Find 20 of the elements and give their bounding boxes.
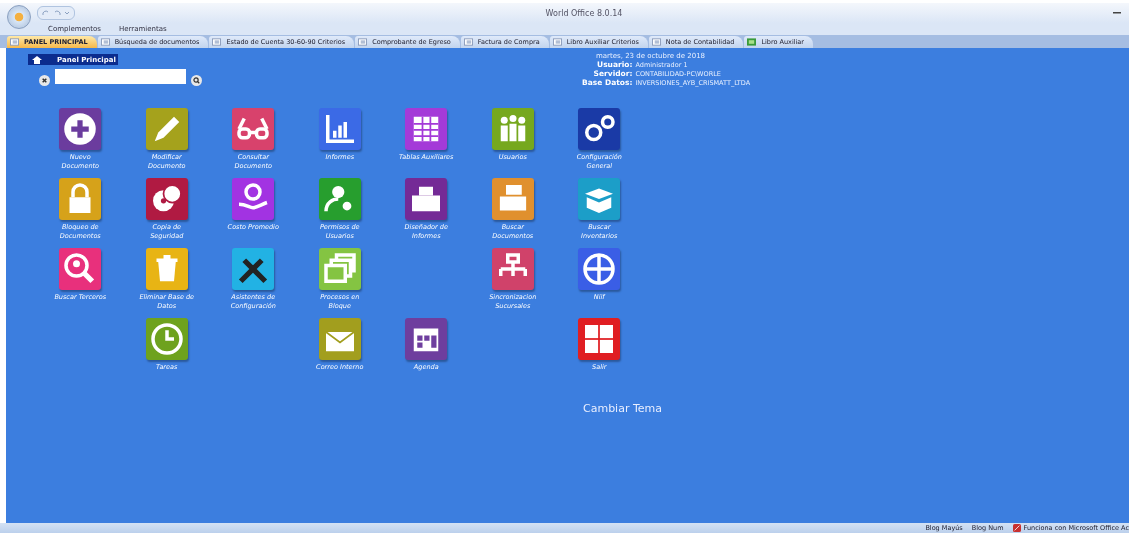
redo-icon[interactable] xyxy=(53,10,61,16)
office-icon xyxy=(1012,524,1021,532)
search-field[interactable] xyxy=(55,69,186,84)
form-icon xyxy=(552,38,562,46)
dropdown-icon[interactable] xyxy=(64,11,70,15)
minimize-icon[interactable] xyxy=(1113,12,1121,14)
form-icon xyxy=(358,38,368,46)
office-button[interactable] xyxy=(7,5,31,29)
clear-icon[interactable] xyxy=(39,75,50,86)
form-icon xyxy=(463,38,473,46)
form-icon xyxy=(100,38,110,46)
home-icon[interactable] xyxy=(31,54,43,65)
spreadsheet-icon xyxy=(747,38,757,46)
form-icon xyxy=(10,38,19,46)
change-theme-link[interactable]: Cambiar Tema xyxy=(583,402,662,415)
search-icon[interactable] xyxy=(191,75,202,86)
window-title: World Office 8.0.14 xyxy=(545,8,624,18)
undo-icon[interactable] xyxy=(42,10,50,16)
form-icon xyxy=(212,38,222,46)
form-icon xyxy=(651,38,661,46)
